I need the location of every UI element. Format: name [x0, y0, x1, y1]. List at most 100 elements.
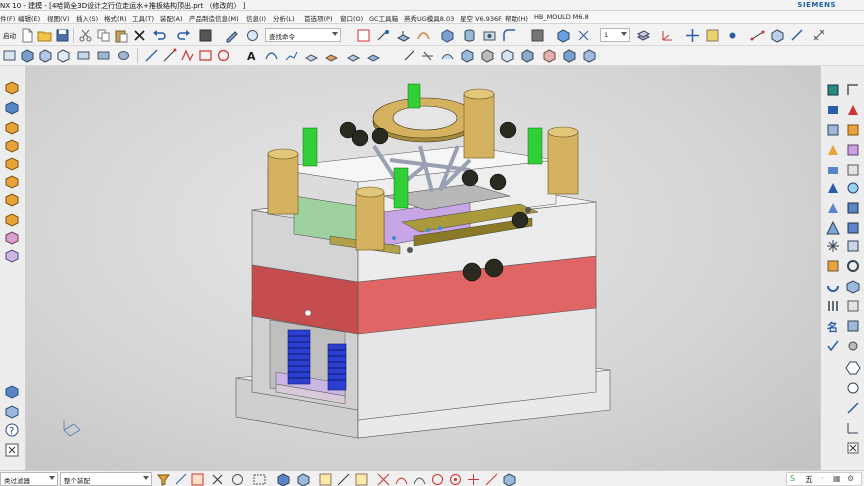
- slider-lifter-icon[interactable]: [845, 142, 861, 158]
- part-navigator-icon[interactable]: [4, 80, 20, 96]
- menu-assembly[interactable]: 装配(A): [160, 13, 183, 23]
- diagonal-icon[interactable]: [845, 400, 861, 416]
- close-panel-icon[interactable]: [4, 442, 20, 458]
- start-menu[interactable]: 启动: [0, 28, 20, 42]
- synchronous-icon[interactable]: [76, 48, 91, 63]
- view-manager-icon[interactable]: [825, 278, 841, 294]
- gate-library-icon[interactable]: [845, 162, 861, 178]
- offset-face-icon[interactable]: [96, 48, 111, 63]
- runner-icon[interactable]: [825, 180, 841, 196]
- clip-icon[interactable]: [790, 28, 805, 43]
- snap-point-icon[interactable]: [725, 28, 740, 43]
- ejector-pin-icon[interactable]: [825, 142, 841, 158]
- intersection-snap-icon[interactable]: [376, 472, 391, 486]
- body-select-icon[interactable]: [296, 472, 311, 486]
- center-snap-icon[interactable]: [448, 472, 463, 486]
- delete-files-icon[interactable]: [845, 278, 861, 294]
- web-browser-icon[interactable]: [4, 174, 20, 190]
- sub-insert-icon[interactable]: [825, 162, 841, 178]
- reuse-library-icon[interactable]: [4, 138, 20, 154]
- existing-point-snap-icon[interactable]: [466, 472, 481, 486]
- system-scenes-icon[interactable]: [4, 248, 20, 264]
- sketch-icon[interactable]: [376, 28, 391, 43]
- shade-mode-icon[interactable]: [530, 28, 545, 43]
- menu-view[interactable]: 视图(V): [47, 13, 70, 23]
- arc-center-snap-icon[interactable]: [394, 472, 409, 486]
- move-object-icon[interactable]: [685, 28, 700, 43]
- bill-of-material-icon[interactable]: [845, 220, 861, 236]
- measure-distance-icon[interactable]: [750, 28, 765, 43]
- standard-parts-icon[interactable]: [845, 122, 861, 138]
- selection-filter-icon[interactable]: [156, 472, 171, 486]
- type-filter-select[interactable]: 类过滤器: [0, 472, 58, 486]
- snap-cursor-icon[interactable]: [190, 472, 205, 486]
- electrode-icon[interactable]: [825, 200, 841, 216]
- menu-tools[interactable]: 工具(T): [132, 13, 154, 23]
- feature-check-icon[interactable]: [825, 338, 841, 354]
- hd3d-tools-icon[interactable]: [4, 156, 20, 172]
- offset-curve-icon[interactable]: [346, 48, 361, 63]
- cavity-layout-icon[interactable]: [825, 102, 841, 118]
- fit-curve-icon[interactable]: [264, 48, 279, 63]
- patch-icon[interactable]: [500, 48, 515, 63]
- block-icon[interactable]: [440, 28, 455, 43]
- tangent-snap-icon[interactable]: [412, 472, 427, 486]
- menu-insert[interactable]: 插入(S): [76, 13, 98, 23]
- constraint-navigator-icon[interactable]: [4, 120, 20, 136]
- save-icon[interactable]: [55, 28, 70, 43]
- layout-icon[interactable]: [2, 48, 17, 63]
- cut-icon[interactable]: [78, 28, 93, 43]
- pattern-icon[interactable]: [582, 48, 597, 63]
- sew-icon[interactable]: [480, 48, 495, 63]
- part-family-icon[interactable]: [4, 404, 20, 420]
- intersect-curve-icon[interactable]: [324, 48, 339, 63]
- copy-icon[interactable]: [96, 28, 111, 43]
- show-hide-icon[interactable]: [245, 28, 260, 43]
- menu-info[interactable]: 信息(I): [246, 13, 266, 23]
- selection-scope-select[interactable]: 整个装配: [60, 472, 152, 486]
- hole-table-icon[interactable]: [845, 380, 861, 396]
- menu-yanxiu-mold[interactable]: 燕秀UG模具8.03: [404, 13, 454, 23]
- assembly-navigator-icon[interactable]: [4, 100, 20, 116]
- help-icon[interactable]: ?: [4, 422, 20, 438]
- parting-tools-icon[interactable]: [845, 102, 861, 118]
- arc-icon[interactable]: [162, 48, 177, 63]
- menu-pmi[interactable]: 产品制造信息(M): [189, 13, 239, 23]
- hole-icon[interactable]: [482, 28, 497, 43]
- curve-on-surface-icon[interactable]: [284, 48, 299, 63]
- select-feature-icon[interactable]: [174, 472, 189, 486]
- project-curve-icon[interactable]: [304, 48, 319, 63]
- trim-body-icon[interactable]: [116, 48, 131, 63]
- delete-icon[interactable]: [132, 28, 147, 43]
- point-on-curve-snap-icon[interactable]: [484, 472, 499, 486]
- line-icon[interactable]: [144, 48, 159, 63]
- process-studio-icon[interactable]: [4, 212, 20, 228]
- polyline-icon[interactable]: [180, 48, 195, 63]
- fit-view-icon[interactable]: [576, 28, 591, 43]
- command-finder-input[interactable]: 查找命令: [265, 28, 341, 42]
- moldbase-library-icon[interactable]: [825, 122, 841, 138]
- deselect-icon[interactable]: [210, 472, 225, 486]
- mold-view-icon[interactable]: [845, 298, 861, 314]
- menu-hb-mould[interactable]: HB_MOULD M6.8: [534, 13, 589, 21]
- menu-gc-toolbox[interactable]: GC工具箱: [369, 13, 398, 23]
- endpoint-snap-icon[interactable]: [318, 472, 333, 486]
- quadrant-snap-icon[interactable]: [430, 472, 445, 486]
- point-on-face-snap-icon[interactable]: [502, 472, 517, 486]
- quick-pick-icon[interactable]: [230, 472, 245, 486]
- sprue-icon[interactable]: [825, 298, 841, 314]
- open-folder-icon[interactable]: [37, 28, 52, 43]
- menu-analysis[interactable]: 分析(L): [273, 13, 295, 23]
- mold-init-icon[interactable]: [825, 82, 841, 98]
- mesh-surface-icon[interactable]: [460, 48, 475, 63]
- workpiece-icon[interactable]: [845, 82, 861, 98]
- redo-icon[interactable]: [176, 28, 191, 43]
- component-select-icon[interactable]: [276, 472, 291, 486]
- circle-icon[interactable]: [216, 48, 231, 63]
- mirror-icon[interactable]: [562, 48, 577, 63]
- name-parts-icon[interactable]: 名: [825, 318, 841, 334]
- menu-xingkong[interactable]: 星空 V6.936F: [460, 13, 502, 23]
- select-body-icon[interactable]: [20, 48, 35, 63]
- through-curves-icon[interactable]: [420, 48, 435, 63]
- view-orient-icon[interactable]: [556, 28, 571, 43]
